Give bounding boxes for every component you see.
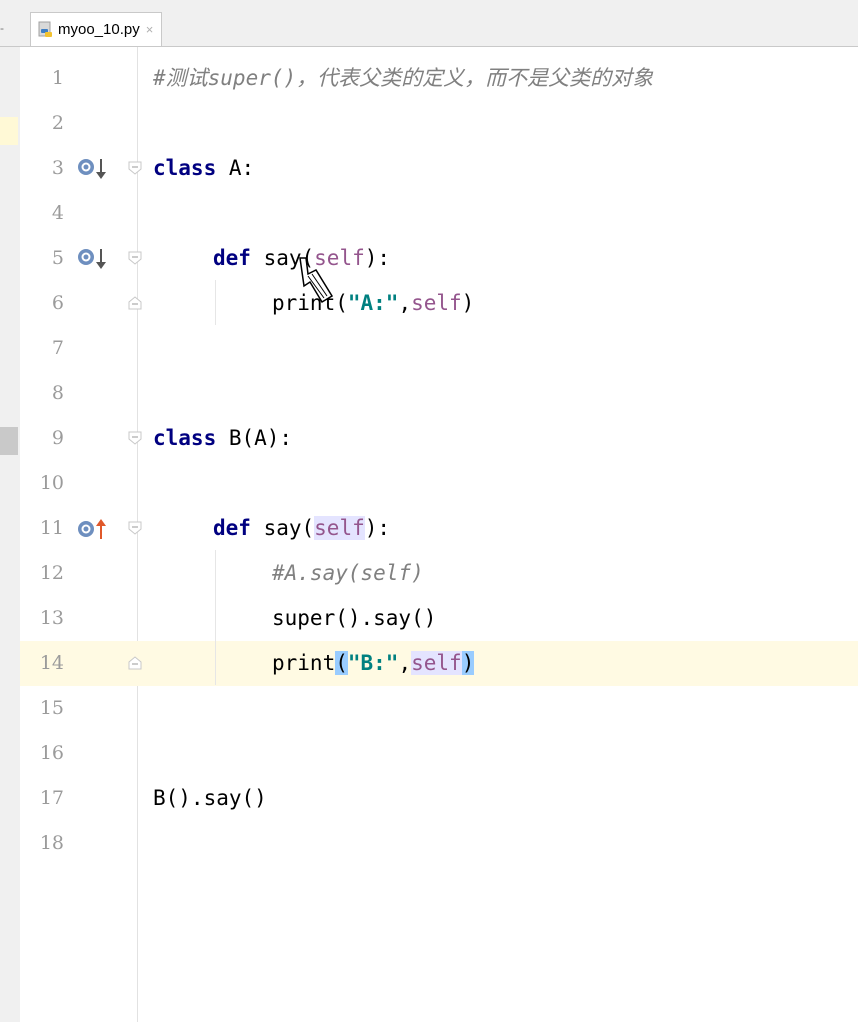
line-number: 2 — [51, 112, 64, 134]
code-line-14: 14 print("B:",self) — [20, 641, 858, 686]
function-call: print — [272, 651, 336, 675]
fold-marker[interactable] — [127, 520, 143, 536]
editor-tab-bar: - myoo_10.py × — [0, 10, 858, 47]
code-line-16: 16 — [20, 731, 858, 776]
overridden-down-icon[interactable] — [75, 158, 109, 180]
left-strip-marker — [0, 117, 18, 145]
code-text: super().say() — [272, 606, 437, 630]
keyword: class — [153, 426, 217, 450]
brace-match-close: ) — [461, 651, 475, 675]
code-line-3: 3 class A: — [20, 146, 858, 191]
fold-marker[interactable] — [127, 430, 143, 446]
code-line-18: 18 — [20, 821, 858, 866]
left-strip-marker — [0, 427, 18, 455]
class-declaration: A: — [216, 156, 255, 180]
code-line-4: 4 — [20, 191, 858, 236]
punctuation: ): — [364, 516, 391, 540]
code-line-8: 8 — [20, 371, 858, 416]
comment-text: #A.say(self) — [272, 561, 424, 585]
overrides-up-icon[interactable] — [75, 518, 109, 540]
line-number: 12 — [39, 562, 64, 584]
line-number: 4 — [51, 202, 64, 224]
line-number: 15 — [39, 697, 64, 719]
line-number: 14 — [39, 652, 64, 674]
code-text: print("B:",self) — [272, 641, 475, 686]
code-line-7: 7 — [20, 326, 858, 371]
class-declaration: B(A): — [216, 426, 293, 450]
line-number: 3 — [51, 157, 64, 179]
fold-end-marker[interactable] — [127, 295, 143, 311]
code-text: B().say() — [153, 786, 267, 810]
line-number: 10 — [39, 472, 64, 494]
fold-marker[interactable] — [127, 160, 143, 176]
keyword: class — [153, 156, 217, 180]
code-line-17: 17 B().say() — [20, 776, 858, 821]
keyword: def — [213, 516, 251, 540]
fold-marker[interactable] — [127, 250, 143, 266]
code-line-2: 2 — [20, 101, 858, 146]
line-number: 5 — [51, 247, 64, 269]
python-file-icon — [37, 21, 55, 39]
punctuation: , — [398, 651, 412, 675]
self-param: self — [314, 516, 365, 540]
line-number: 6 — [51, 292, 64, 314]
line-number: 9 — [51, 427, 64, 449]
code-text: class A: — [153, 146, 254, 191]
line-number: 16 — [39, 742, 64, 764]
punctuation: ) — [461, 291, 475, 315]
overridden-down-icon[interactable] — [75, 248, 109, 270]
line-number: 17 — [39, 787, 64, 809]
hand-cursor-icon — [296, 256, 336, 316]
code-line-5: 5 def say(self): — [20, 236, 858, 281]
left-tool-strip — [0, 47, 21, 1022]
punctuation: , — [398, 291, 412, 315]
line-number: 18 — [39, 832, 64, 854]
code-line-1: 1 #测试super()，代表父类的定义，而不是父类的对象 — [20, 56, 858, 101]
line-number: 7 — [51, 337, 64, 359]
code-line-6: 6 print("A:",self) — [20, 281, 858, 326]
fold-end-marker[interactable] — [127, 655, 143, 671]
self-param: self — [411, 291, 462, 315]
close-icon[interactable]: × — [146, 22, 154, 37]
tab-myoo-10[interactable]: myoo_10.py × — [30, 12, 163, 46]
code-text: class B(A): — [153, 416, 292, 461]
string-literal: "B:" — [347, 651, 399, 675]
line-number: 11 — [39, 517, 64, 539]
string-literal: "A:" — [347, 291, 399, 315]
punctuation: ): — [364, 246, 391, 270]
line-number: 1 — [51, 67, 64, 89]
keyword: def — [213, 246, 251, 270]
code-line-12: 12 #A.say(self) — [20, 551, 858, 596]
method-name: say( — [250, 516, 315, 540]
comment-text: #测试super()，代表父类的定义，而不是父类的对象 — [153, 66, 654, 90]
self-param: self — [411, 651, 462, 675]
line-number: 13 — [39, 607, 64, 629]
code-text: def say(self): — [213, 506, 390, 551]
code-line-15: 15 — [20, 686, 858, 731]
code-line-10: 10 — [20, 461, 858, 506]
code-line-11: 11 def say(self): — [20, 506, 858, 551]
line-number: 8 — [51, 382, 64, 404]
tab-label: myoo_10.py — [58, 21, 140, 38]
code-line-13: 13 super().say() — [20, 596, 858, 641]
code-line-9: 9 class B(A): — [20, 416, 858, 461]
brace-match-open: ( — [335, 651, 348, 675]
tab-bar-left-edge: - — [0, 21, 4, 35]
